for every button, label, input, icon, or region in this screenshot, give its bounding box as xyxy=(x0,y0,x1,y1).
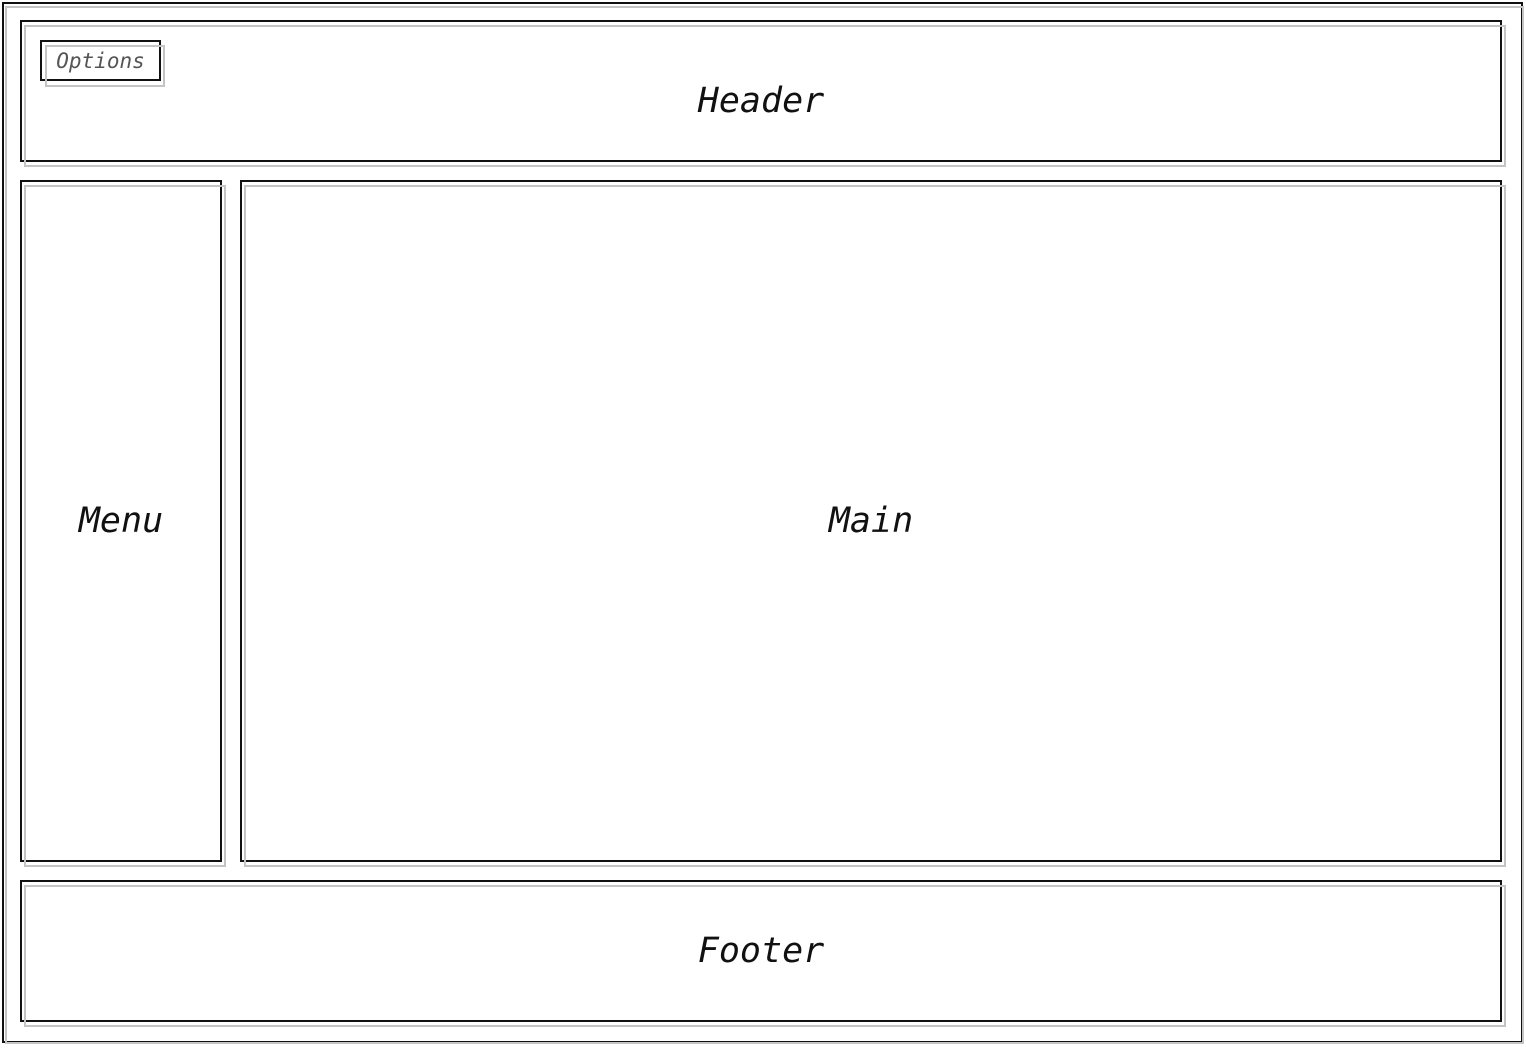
wireframe-page: Header Options Menu Main Footer xyxy=(0,0,1526,1048)
main-title: Main xyxy=(828,501,914,541)
header-title: Header xyxy=(697,81,825,121)
footer-title: Footer xyxy=(697,931,825,971)
options-button[interactable]: Options xyxy=(40,40,165,87)
menu-title: Menu xyxy=(78,501,164,541)
options-button-label: Options xyxy=(56,48,145,73)
